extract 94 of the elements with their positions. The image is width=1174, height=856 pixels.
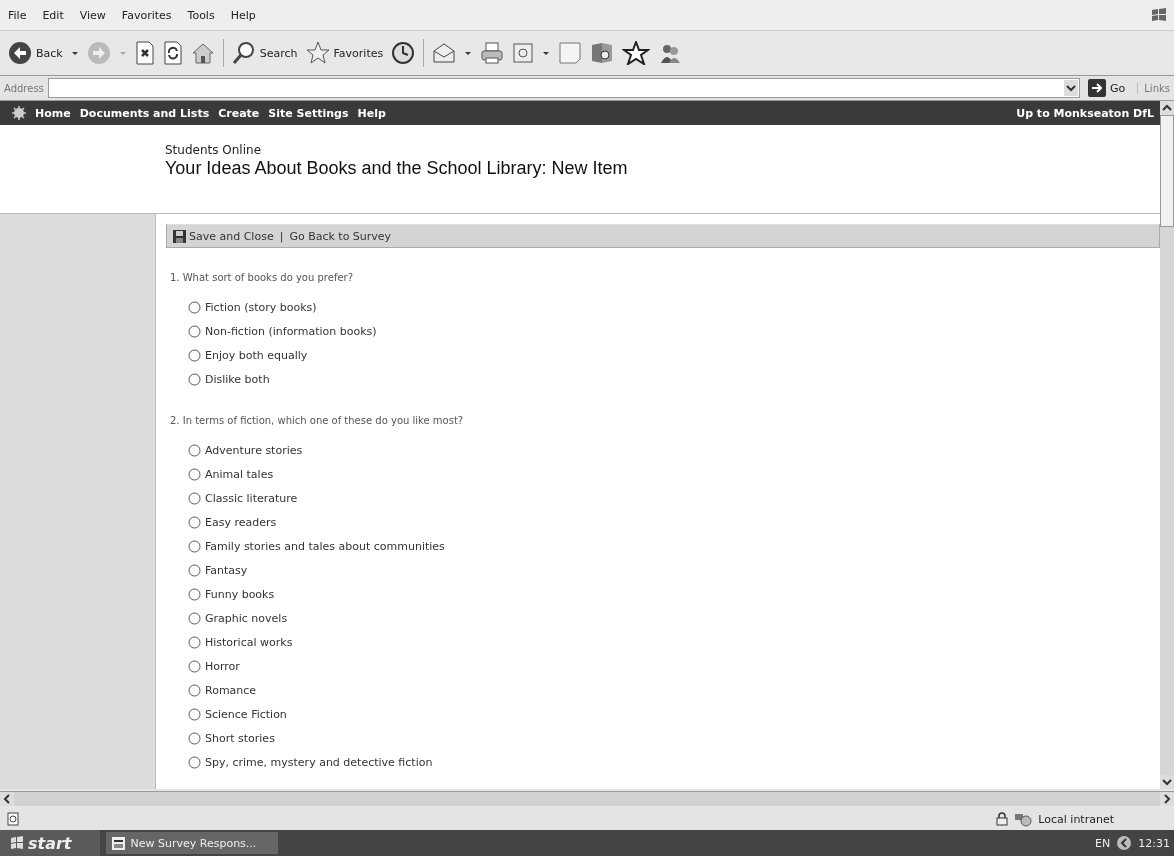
radio-button[interactable] <box>188 611 201 625</box>
go-back-link[interactable]: Go Back to Survey <box>289 229 392 243</box>
option-label: Spy, crime, mystery and detective fiction <box>205 755 433 769</box>
separator: | <box>279 229 284 243</box>
radio-button[interactable] <box>188 300 201 314</box>
security-zone-text: Local intranet <box>1038 812 1114 826</box>
search-button[interactable]: Search <box>231 41 298 65</box>
start-button[interactable]: start <box>0 830 100 856</box>
radio-button[interactable] <box>188 731 201 745</box>
home-icon[interactable] <box>190 41 215 65</box>
horizontal-scrollbar[interactable] <box>0 791 1174 806</box>
scroll-down-icon[interactable] <box>1160 775 1174 789</box>
scroll-thumb[interactable] <box>1160 115 1174 227</box>
mail-icon[interactable] <box>432 41 457 65</box>
question-text: 1. What sort of books do you prefer? <box>170 272 354 283</box>
menu-item[interactable]: Tools <box>187 8 215 22</box>
page-icon <box>6 812 20 826</box>
browser-window-icon <box>111 836 125 850</box>
radio-button[interactable] <box>188 539 201 553</box>
scroll-right-icon[interactable] <box>1160 792 1174 806</box>
star-icon <box>305 41 330 65</box>
scroll-left-icon[interactable] <box>0 792 14 806</box>
option-label: Horror <box>205 659 240 673</box>
dropdown-caret-icon[interactable] <box>464 49 473 57</box>
radio-button[interactable] <box>188 372 201 386</box>
radio-button[interactable] <box>188 683 201 697</box>
option-label: Fantasy <box>205 563 248 577</box>
option-label: Easy readers <box>205 515 277 529</box>
option-label: Romance <box>205 683 257 697</box>
padlock-icon <box>996 812 1009 826</box>
option-label: Funny books <box>205 587 275 601</box>
up-link[interactable]: Up to Monkseaton DfL <box>1016 106 1154 120</box>
menu-item[interactable]: Help <box>230 8 256 22</box>
option-label: Dislike both <box>205 372 270 386</box>
option-label: Graphic novels <box>205 611 288 625</box>
option-label: Family stories and tales about communities <box>205 539 445 553</box>
option-label: Animal tales <box>205 467 274 481</box>
option-label: Classic literature <box>205 491 298 505</box>
menu-item[interactable]: View <box>79 8 106 22</box>
radio-button[interactable] <box>188 707 201 721</box>
back-button[interactable]: Back <box>8 41 63 65</box>
dropdown-caret-icon[interactable] <box>542 49 551 57</box>
radio-button[interactable] <box>188 635 201 649</box>
nav-link[interactable]: Help <box>357 106 386 120</box>
save-and-close-link[interactable]: Save and Close <box>173 229 274 243</box>
option-label: Enjoy both equally <box>205 348 308 362</box>
option-label: Short stories <box>205 731 275 745</box>
star-tool-icon[interactable] <box>622 41 651 65</box>
address-label: Address <box>4 82 44 94</box>
address-field[interactable] <box>47 78 1081 98</box>
nav-link[interactable]: Documents and Lists <box>79 106 210 120</box>
option-label: Adventure stories <box>205 443 303 457</box>
page-title: Your Ideas About Books and the School Library: New Item <box>165 158 628 179</box>
radio-button[interactable] <box>188 467 201 481</box>
radio-button[interactable] <box>188 443 201 457</box>
site-logo-icon <box>12 106 26 120</box>
windows-logo-icon <box>1150 7 1168 23</box>
vertical-scrollbar[interactable] <box>1160 101 1174 789</box>
clock: 12:31 <box>1138 836 1170 850</box>
radio-button[interactable] <box>188 324 201 338</box>
radio-button[interactable] <box>188 515 201 529</box>
nav-link[interactable]: Home <box>35 106 71 120</box>
dropdown-caret-icon[interactable] <box>70 49 79 57</box>
radio-button[interactable] <box>188 348 201 362</box>
site-name: Students Online <box>165 143 262 157</box>
blank-page-icon[interactable] <box>558 41 583 65</box>
language-indicator[interactable]: EN <box>1095 836 1111 850</box>
radio-button[interactable] <box>188 587 201 601</box>
question-text: 2. In terms of fiction, which one of these do you like most? <box>170 415 465 426</box>
windows-flag-icon <box>10 836 24 850</box>
links-button[interactable]: Links <box>1137 82 1170 94</box>
stop-icon[interactable] <box>134 41 155 65</box>
taskbar-window-button[interactable]: New Survey Respons... <box>105 832 278 854</box>
radio-button[interactable] <box>188 491 201 505</box>
refresh-icon[interactable] <box>162 41 183 65</box>
option-label: Fiction (story books) <box>205 300 317 314</box>
option-label: Science Fiction <box>205 707 287 721</box>
history-clock-icon[interactable] <box>391 41 416 65</box>
menu-item[interactable]: File <box>8 8 27 22</box>
search-icon <box>231 41 256 65</box>
go-button[interactable]: Go <box>1084 79 1134 97</box>
nav-link[interactable]: Site Settings <box>268 106 349 120</box>
nav-link[interactable]: Create <box>218 106 260 120</box>
favorites-button[interactable]: Favorites <box>305 41 384 65</box>
option-label: Non-fiction (information books) <box>205 324 377 338</box>
menu-item[interactable]: Edit <box>42 8 64 22</box>
menu-item[interactable]: Favorites <box>121 8 172 22</box>
radio-button[interactable] <box>188 755 201 769</box>
radio-button[interactable] <box>188 563 201 577</box>
option-label: Historical works <box>205 635 293 649</box>
printer-icon[interactable] <box>480 41 505 65</box>
scroll-up-icon[interactable] <box>1160 101 1174 115</box>
book-icon[interactable] <box>590 41 615 65</box>
radio-button[interactable] <box>188 659 201 673</box>
